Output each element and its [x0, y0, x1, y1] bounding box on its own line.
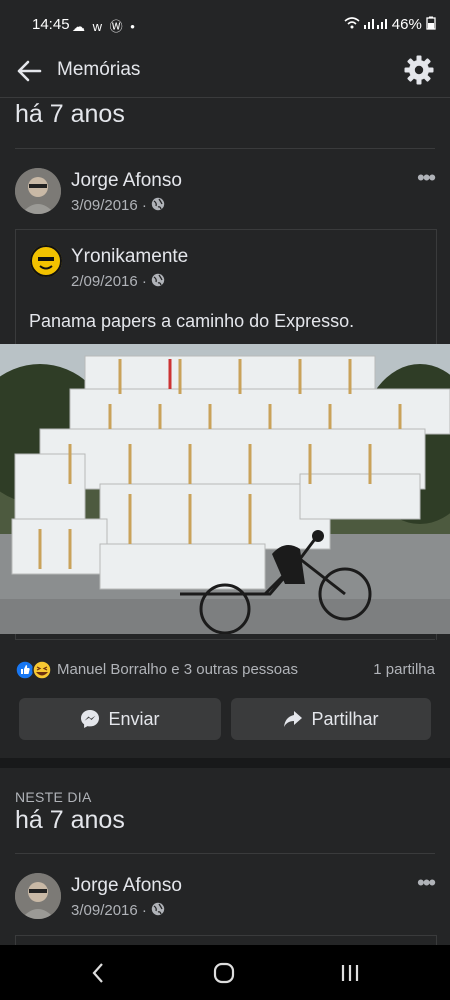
battery-percent: 46% [391, 16, 422, 33]
app-header: Memórias [0, 50, 450, 96]
battery-icon [426, 16, 436, 30]
send-button[interactable]: Enviar [19, 698, 221, 740]
post-date-text: 3/09/2016 · [71, 902, 147, 919]
globe-icon [151, 902, 165, 916]
memory-years-ago: há 7 anos [15, 100, 125, 128]
system-nav-bar [0, 945, 450, 1000]
shared-post-author[interactable]: Yronikamente [71, 246, 188, 268]
gear-icon[interactable] [403, 54, 435, 86]
reaction-icons[interactable] [15, 660, 55, 680]
avatar[interactable] [15, 873, 61, 919]
shares-count[interactable]: 1 partilha [373, 661, 435, 678]
reactions-text[interactable]: Manuel Borralho e 3 outras pessoas [57, 661, 298, 678]
section-divider [15, 148, 435, 149]
card-separator [0, 758, 450, 768]
header-divider [0, 97, 450, 98]
shared-post-date-text: 2/09/2016 · [71, 273, 147, 290]
nav-recents-icon[interactable] [340, 963, 360, 983]
post-author[interactable]: Jorge Afonso [71, 170, 182, 192]
back-arrow-icon[interactable] [14, 56, 44, 86]
share-button-label: Partilhar [311, 708, 379, 729]
like-icon [15, 660, 52, 680]
post-date: 3/09/2016 · [71, 197, 165, 214]
page-title: Memórias [57, 59, 141, 80]
share-button[interactable]: Partilhar [231, 698, 431, 740]
messenger-icon [81, 710, 100, 728]
status-bar: 14:45 ☁ w Ⓦ • 46% [0, 0, 450, 50]
section-divider [15, 853, 435, 854]
notification-icons: ☁ w Ⓦ • [72, 19, 137, 34]
avatar-image [15, 873, 61, 919]
shared-post-date: 2/09/2016 · [71, 273, 165, 290]
post-photo[interactable] [0, 344, 450, 634]
post-date-text: 3/09/2016 · [71, 197, 147, 214]
nav-back-icon[interactable] [90, 962, 106, 984]
avatar-image [15, 168, 61, 214]
shared-avatar[interactable] [30, 245, 62, 277]
globe-icon [151, 273, 165, 287]
avatar[interactable] [15, 168, 61, 214]
more-icon[interactable]: ••• [417, 165, 436, 191]
send-button-label: Enviar [108, 708, 160, 729]
post-date: 3/09/2016 · [71, 902, 165, 919]
more-icon[interactable]: ••• [417, 870, 436, 896]
nav-home-icon[interactable] [213, 962, 235, 984]
wifi-signal-icon [344, 17, 387, 29]
status-right: 46% [344, 16, 436, 33]
share-arrow-icon [284, 711, 303, 727]
memory-years-ago: há 7 anos [15, 806, 125, 834]
shared-avatar-face-icon [30, 245, 62, 277]
status-time: 14:45 [32, 16, 70, 33]
shared-post-text: Panama papers a caminho do Expresso. [29, 311, 355, 331]
section-label: NESTE DIA [15, 789, 92, 805]
globe-icon [151, 197, 165, 211]
post-author[interactable]: Jorge Afonso [71, 875, 182, 897]
photo-bottom-divider [15, 639, 435, 640]
